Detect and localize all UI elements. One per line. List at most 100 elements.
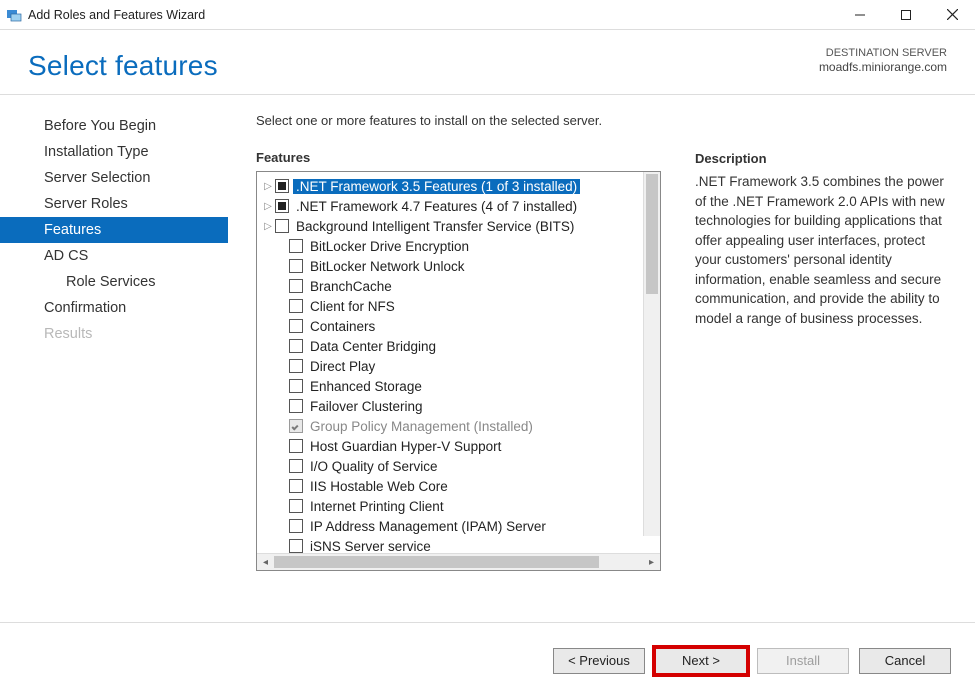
close-button[interactable] [929, 0, 975, 30]
previous-button[interactable]: < Previous [553, 648, 645, 674]
feature-checkbox[interactable] [289, 459, 303, 473]
feature-label: BitLocker Network Unlock [307, 259, 468, 274]
features-listbox[interactable]: ▷ .NET Framework 3.5 Features (1 of 3 ins… [256, 171, 661, 571]
maximize-button[interactable] [883, 0, 929, 30]
scroll-right-button[interactable]: ▸ [643, 554, 660, 571]
destination-label: DESTINATION SERVER [819, 46, 947, 60]
window-title: Add Roles and Features Wizard [28, 8, 205, 22]
feature-checkbox[interactable] [289, 499, 303, 513]
feature-label: Group Policy Management (Installed) [307, 419, 536, 434]
wizard-step[interactable]: Installation Type [0, 139, 228, 165]
feature-item[interactable]: BranchCache [261, 276, 660, 296]
intro-text: Select one or more features to install o… [256, 113, 661, 128]
minimize-button[interactable] [837, 0, 883, 30]
feature-checkbox[interactable] [289, 319, 303, 333]
page-title: Select features [28, 50, 947, 82]
scroll-left-button[interactable]: ◂ [257, 554, 274, 571]
wizard-step[interactable]: Server Roles [0, 191, 228, 217]
horizontal-scrollbar[interactable]: ◂ ▸ [257, 553, 660, 570]
feature-item[interactable]: BitLocker Network Unlock [261, 256, 660, 276]
horizontal-scroll-thumb[interactable] [274, 556, 599, 568]
wizard-step[interactable]: Confirmation [0, 295, 228, 321]
content-area: Select one or more features to install o… [228, 95, 975, 622]
feature-item[interactable]: iSNS Server service [261, 536, 660, 553]
feature-label: Enhanced Storage [307, 379, 425, 394]
feature-label: Direct Play [307, 359, 378, 374]
wizard-step[interactable]: Before You Begin [0, 113, 228, 139]
feature-checkbox[interactable] [289, 259, 303, 273]
description-heading: Description [695, 151, 947, 166]
wizard-footer: < Previous Next > Install Cancel [0, 622, 975, 698]
feature-label: Containers [307, 319, 378, 334]
feature-label: .NET Framework 4.7 Features (4 of 7 inst… [293, 199, 580, 214]
feature-checkbox[interactable] [289, 359, 303, 373]
feature-checkbox[interactable] [275, 179, 289, 193]
feature-label: Internet Printing Client [307, 499, 447, 514]
feature-label: Client for NFS [307, 299, 398, 314]
feature-label: IP Address Management (IPAM) Server [307, 519, 549, 534]
feature-item[interactable]: Host Guardian Hyper-V Support [261, 436, 660, 456]
feature-checkbox[interactable] [275, 219, 289, 233]
feature-item[interactable]: ▷ .NET Framework 3.5 Features (1 of 3 ins… [261, 176, 660, 196]
feature-checkbox[interactable] [289, 299, 303, 313]
feature-item[interactable]: BitLocker Drive Encryption [261, 236, 660, 256]
feature-checkbox [289, 419, 303, 433]
wizard-body: Before You BeginInstallation TypeServer … [0, 95, 975, 622]
feature-item[interactable]: Group Policy Management (Installed) [261, 416, 660, 436]
vertical-scrollbar[interactable] [643, 172, 660, 536]
feature-item[interactable]: Data Center Bridging [261, 336, 660, 356]
feature-label: IIS Hostable Web Core [307, 479, 451, 494]
expander-icon[interactable]: ▷ [261, 181, 275, 192]
feature-item[interactable]: IIS Hostable Web Core [261, 476, 660, 496]
feature-label: I/O Quality of Service [307, 459, 441, 474]
wizard-step[interactable]: Features [0, 217, 228, 243]
feature-checkbox[interactable] [275, 199, 289, 213]
wizard-steps-sidebar: Before You BeginInstallation TypeServer … [0, 95, 228, 622]
feature-checkbox[interactable] [289, 379, 303, 393]
wizard-step[interactable]: AD CS [0, 243, 228, 269]
wizard-step[interactable]: Server Selection [0, 165, 228, 191]
feature-label: BitLocker Drive Encryption [307, 239, 472, 254]
feature-item[interactable]: ▷ .NET Framework 4.7 Features (4 of 7 ins… [261, 196, 660, 216]
feature-label: .NET Framework 3.5 Features (1 of 3 inst… [293, 179, 580, 194]
features-heading: Features [256, 150, 661, 165]
wizard-step: Results [0, 321, 228, 347]
wizard-step[interactable]: Role Services [0, 269, 228, 295]
cancel-button[interactable]: Cancel [859, 648, 951, 674]
feature-item[interactable]: Internet Printing Client [261, 496, 660, 516]
feature-item[interactable]: Direct Play [261, 356, 660, 376]
feature-item[interactable]: IP Address Management (IPAM) Server [261, 516, 660, 536]
feature-checkbox[interactable] [289, 239, 303, 253]
feature-item[interactable]: I/O Quality of Service [261, 456, 660, 476]
destination-server: moadfs.miniorange.com [819, 60, 947, 76]
window-controls [837, 0, 975, 30]
feature-label: Background Intelligent Transfer Service … [293, 219, 577, 234]
feature-label: BranchCache [307, 279, 395, 294]
title-bar: Add Roles and Features Wizard [0, 0, 975, 30]
feature-label: Data Center Bridging [307, 339, 439, 354]
app-icon [6, 7, 22, 23]
feature-checkbox[interactable] [289, 539, 303, 553]
feature-item[interactable]: Containers [261, 316, 660, 336]
feature-item[interactable]: Failover Clustering [261, 396, 660, 416]
expander-icon[interactable]: ▷ [261, 201, 275, 212]
vertical-scroll-thumb[interactable] [646, 174, 658, 294]
feature-checkbox[interactable] [289, 339, 303, 353]
next-button[interactable]: Next > [655, 648, 747, 674]
feature-label: Failover Clustering [307, 399, 426, 414]
feature-checkbox[interactable] [289, 399, 303, 413]
feature-item[interactable]: ▷ Background Intelligent Transfer Service… [261, 216, 660, 236]
feature-checkbox[interactable] [289, 439, 303, 453]
wizard-header: Select features DESTINATION SERVER moadf… [0, 30, 975, 95]
feature-checkbox[interactable] [289, 519, 303, 533]
feature-item[interactable]: Enhanced Storage [261, 376, 660, 396]
description-text: .NET Framework 3.5 combines the power of… [695, 172, 945, 329]
expander-icon[interactable]: ▷ [261, 221, 275, 232]
feature-checkbox[interactable] [289, 479, 303, 493]
feature-label: Host Guardian Hyper-V Support [307, 439, 504, 454]
install-button: Install [757, 648, 849, 674]
destination-block: DESTINATION SERVER moadfs.miniorange.com [819, 46, 947, 76]
feature-item[interactable]: Client for NFS [261, 296, 660, 316]
feature-label: iSNS Server service [307, 539, 434, 554]
feature-checkbox[interactable] [289, 279, 303, 293]
